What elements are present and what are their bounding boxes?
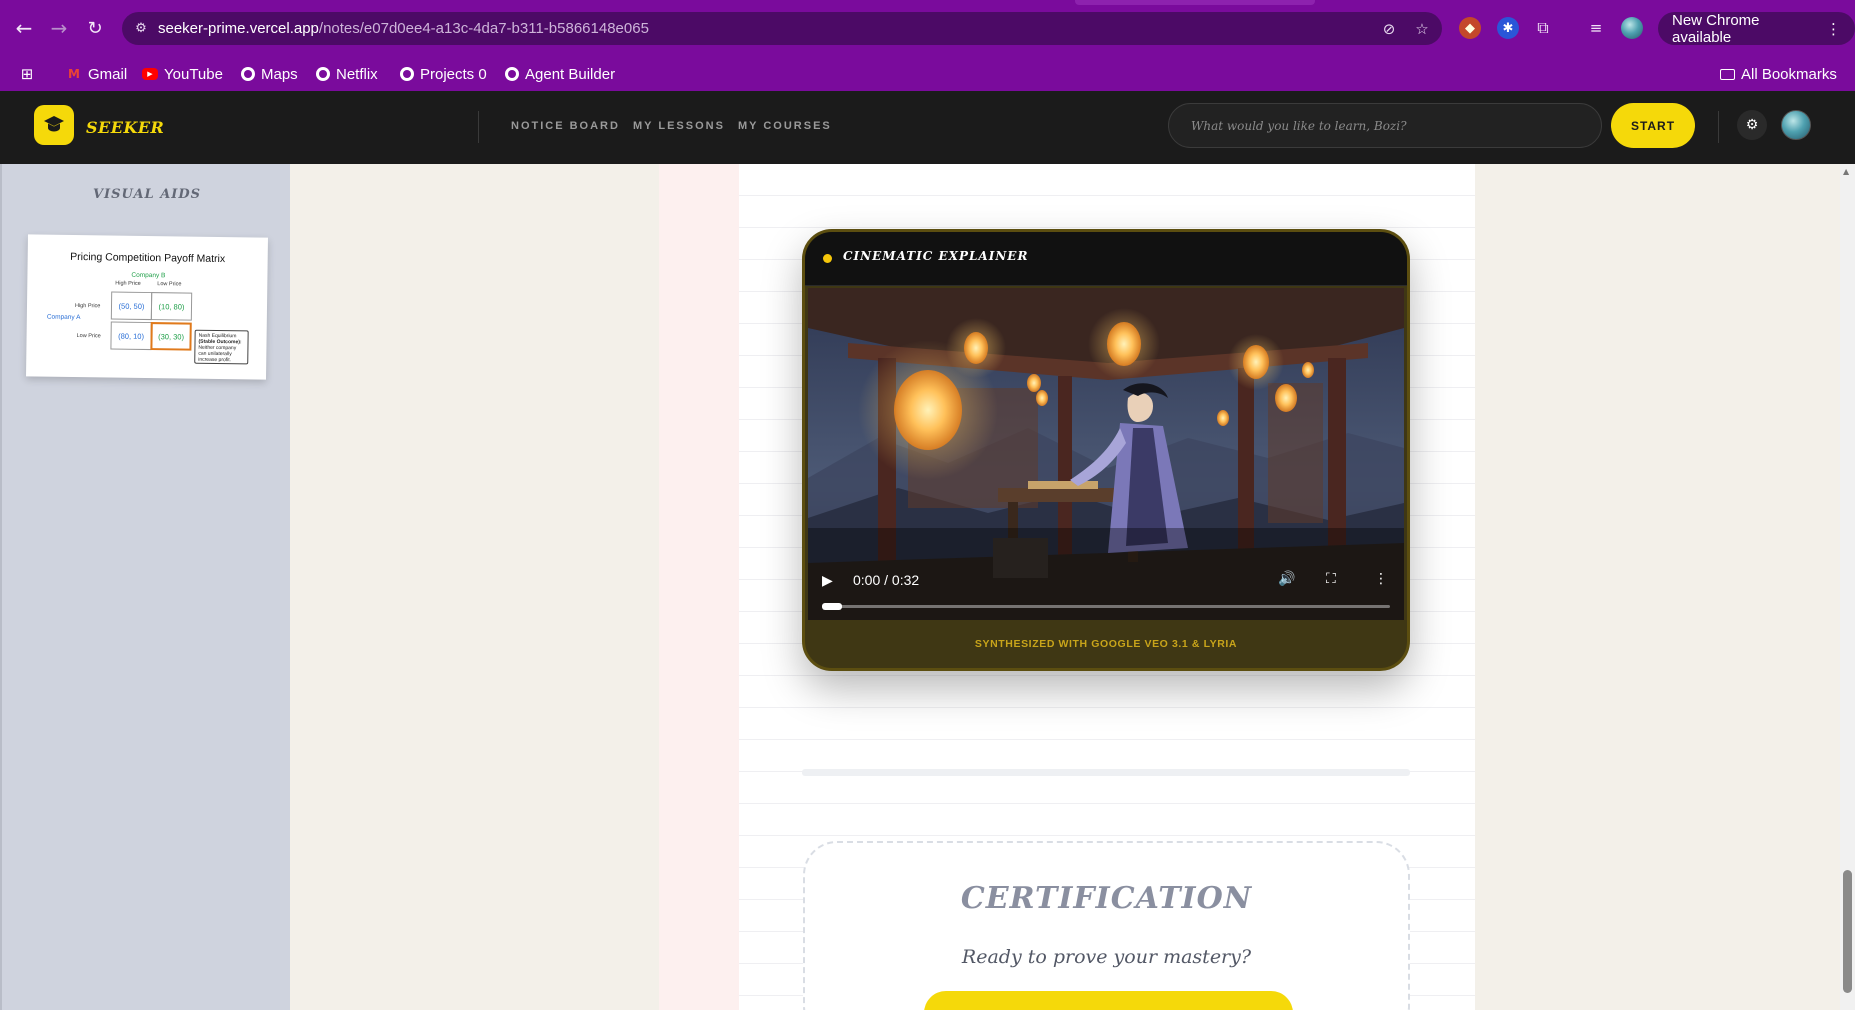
learn-search-input[interactable] <box>1169 104 1601 147</box>
apps-grid-icon[interactable]: ⊞ <box>19 64 35 84</box>
matrix-company-a: Company A <box>46 313 81 322</box>
bookmark-label: Agent Builder <box>525 65 616 83</box>
scrollbar-thumb[interactable] <box>1843 870 1852 993</box>
avatar[interactable] <box>1781 110 1811 140</box>
video-progress-track[interactable] <box>822 603 1390 610</box>
video-time: 0:00 / 0:32 <box>853 572 920 588</box>
volume-icon[interactable]: 🔊 <box>1278 571 1295 587</box>
globe-icon <box>505 67 519 81</box>
star-icon[interactable]: ☆ <box>1411 18 1433 40</box>
notebook-margin <box>659 164 739 1010</box>
nav-my-courses[interactable]: MY COURSES <box>738 120 832 132</box>
matrix-cell: (10, 80) <box>150 292 193 321</box>
reload-icon[interactable]: ↻ <box>82 15 108 41</box>
kebab-menu-icon[interactable]: ⋮ <box>1826 20 1841 38</box>
learn-search[interactable] <box>1168 103 1602 148</box>
globe-icon <box>241 67 255 81</box>
play-icon[interactable]: ▶ <box>822 572 833 589</box>
address-bar[interactable]: ⚙ seeker-prime.vercel.app/notes/e07d0ee4… <box>122 12 1442 45</box>
bookmarks-bar: ⊞ M Gmail ▶ YouTube Maps Netflix Project… <box>0 57 1855 91</box>
browser-toolbar: ← → ↻ ⚙ seeker-prime.vercel.app/notes/e0… <box>0 0 1855 57</box>
all-bookmarks[interactable]: All Bookmarks <box>1720 64 1837 84</box>
logo-icon[interactable] <box>34 105 74 145</box>
back-icon[interactable]: ← <box>11 15 37 41</box>
bookmark-label: Projects 0 <box>420 65 487 83</box>
matrix-cell-highlighted: (30, 30) <box>150 322 192 351</box>
nash-text: Neither company can unilaterally increas… <box>198 344 237 364</box>
url-text[interactable]: seeker-prime.vercel.app/notes/e07d0ee4-a… <box>158 20 649 37</box>
start-button[interactable]: START <box>1611 103 1695 148</box>
bookmark-agent-builder[interactable]: Agent Builder <box>505 64 615 84</box>
bookmark-label: Maps <box>261 65 298 83</box>
forward-icon[interactable]: → <box>46 15 72 41</box>
eye-off-icon[interactable]: ⊘ <box>1378 18 1400 40</box>
app-header: SEEKER NOTICE BOARD MY LESSONS MY COURSE… <box>0 91 1855 164</box>
site-info-icon[interactable]: ⚙ <box>132 19 150 37</box>
globe-icon <box>316 67 330 81</box>
all-bookmarks-label: All Bookmarks <box>1741 65 1837 83</box>
new-chrome-button[interactable]: New Chrome available ⋮ <box>1658 11 1855 46</box>
matrix-col-header: High Price <box>115 280 141 287</box>
bookmark-netflix[interactable]: Netflix <box>316 64 378 84</box>
matrix-title: Pricing Competition Payoff Matrix <box>70 250 226 266</box>
header-divider <box>1718 111 1719 143</box>
video-still-image <box>808 288 1404 620</box>
payoff-matrix-thumbnail[interactable]: Pricing Competition Payoff Matrix Compan… <box>26 234 268 380</box>
matrix-cell: (50, 50) <box>110 291 153 321</box>
bookmark-gmail[interactable]: M Gmail <box>66 64 127 84</box>
bookmark-label: YouTube <box>164 65 223 83</box>
gmail-icon: M <box>68 67 80 81</box>
video-progress-scrubber[interactable] <box>822 603 842 610</box>
video-header: CINEMATIC EXPLAINER <box>805 232 1407 286</box>
bookmark-maps[interactable]: Maps <box>241 64 298 84</box>
globe-icon <box>400 67 414 81</box>
bookmark-label: Gmail <box>88 65 128 83</box>
bookmark-youtube[interactable]: ▶ YouTube <box>142 64 223 84</box>
page-scrollbar[interactable]: ▲ <box>1840 164 1855 1010</box>
video-more-icon[interactable]: ⋮ <box>1374 571 1388 587</box>
gear-extension-icon[interactable]: ✱ <box>1497 17 1519 39</box>
certification-button[interactable] <box>924 991 1293 1010</box>
new-chrome-label: New Chrome available <box>1672 11 1760 46</box>
certification-subtitle: Ready to prove your mastery? <box>961 946 1252 968</box>
fox-extension-icon[interactable]: ◆ <box>1459 17 1481 39</box>
video-player[interactable]: ▶ 0:00 / 0:32 🔊 ⛶ ⋮ <box>808 288 1404 620</box>
folder-icon <box>1720 68 1735 80</box>
fullscreen-icon[interactable]: ⛶ <box>1326 571 1336 587</box>
matrix-row-header: High Price <box>74 302 101 310</box>
nav-my-lessons[interactable]: MY LESSONS <box>633 120 725 132</box>
brand-name[interactable]: SEEKER <box>86 118 164 137</box>
active-tab-edge[interactable] <box>1075 0 1315 5</box>
section-divider <box>802 769 1410 776</box>
status-dot-icon <box>823 254 832 263</box>
certification-title: CERTIFICATION <box>960 881 1253 916</box>
visual-aids-sidebar: VISUAL AIDS Pricing Competition Payoff M… <box>0 164 290 1010</box>
youtube-icon: ▶ <box>142 68 158 80</box>
profile-avatar-icon[interactable] <box>1621 17 1643 39</box>
nav-notice-board[interactable]: NOTICE BOARD <box>511 120 620 132</box>
extensions-puzzle-icon[interactable]: ⧉ <box>1532 17 1554 39</box>
matrix-col-header: Low Price <box>157 281 182 288</box>
video-credit: SYNTHESIZED WITH GOOGLE VEO 3.1 & LYRIA <box>974 638 1238 650</box>
nash-equilibrium-note: Nash Equilibrium (Stable Outcome): Neith… <box>194 329 249 365</box>
settings-icon[interactable]: ⚙ <box>1737 110 1767 140</box>
matrix-row-header: Low Price <box>76 333 101 340</box>
video-title: CINEMATIC EXPLAINER <box>843 249 1029 263</box>
certification-card: CERTIFICATION Ready to prove your master… <box>803 841 1410 1010</box>
sidebar-title: VISUAL AIDS <box>92 187 202 202</box>
header-divider <box>478 111 479 143</box>
scroll-up-icon[interactable]: ▲ <box>1843 167 1849 176</box>
reading-list-icon[interactable]: ≡ <box>1585 17 1607 39</box>
matrix-cell: (80, 10) <box>110 321 152 351</box>
bookmark-projects[interactable]: Projects 0 <box>400 64 487 84</box>
cinematic-explainer-card: CINEMATIC EXPLAINER ▶ 0:00 / 0:32 🔊 ⛶ ⋮ … <box>802 229 1410 671</box>
bookmark-label: Netflix <box>336 65 378 83</box>
matrix-company-b: Company B <box>131 271 166 280</box>
